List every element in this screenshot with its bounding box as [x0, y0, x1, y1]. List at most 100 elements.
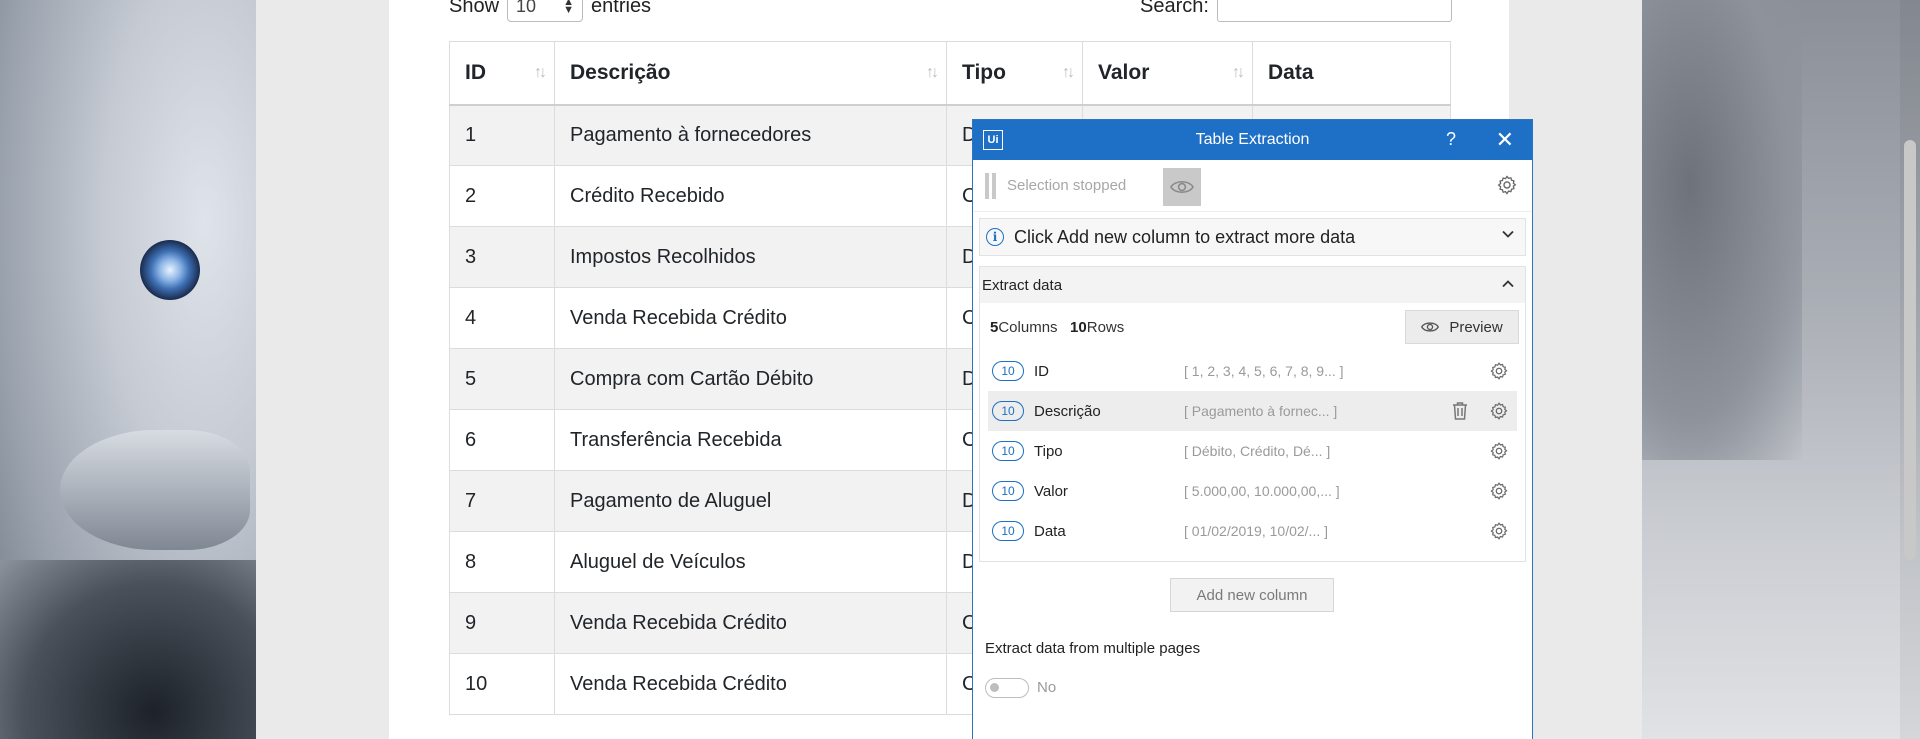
column-name: Data — [1034, 522, 1066, 540]
header-valor[interactable]: Valor ↑↓ — [1082, 41, 1253, 106]
header-data-label: Data — [1268, 60, 1314, 84]
multiple-pages-value: No — [1037, 679, 1057, 696]
gear-icon — [1490, 442, 1508, 460]
extracted-column-row[interactable]: 10 Descrição [ Pagamento à fornec... ] — [988, 391, 1517, 431]
close-button[interactable]: ✕ — [1496, 127, 1514, 153]
cell-descricao: Pagamento de Aluguel — [554, 470, 947, 532]
search-label: Search: — [1140, 0, 1209, 17]
rows-label: Rows — [1086, 318, 1125, 336]
column-name: ID — [1034, 362, 1049, 380]
cell-descricao: Venda Recebida Crédito — [554, 592, 947, 654]
column-sample: [ Débito, Crédito, Dé... ] — [1184, 443, 1331, 459]
delete-column-button[interactable] — [1451, 401, 1469, 426]
column-sample: [ 5.000,00, 10.000,00,... ] — [1184, 483, 1340, 499]
extract-data-section: Extract data 5 Columns 10 Rows Preview 1… — [979, 266, 1526, 562]
header-id[interactable]: ID ↑↓ — [449, 41, 555, 106]
highlight-toggle-button[interactable] — [1163, 168, 1201, 206]
selection-toolbar: Selection stopped — [973, 160, 1532, 212]
robot-shadow-image — [0, 560, 256, 739]
column-settings-button[interactable] — [1489, 521, 1509, 541]
robot-eye-image — [140, 240, 200, 300]
column-sample: [ 1, 2, 3, 4, 5, 6, 7, 8, 9... ] — [1184, 363, 1344, 379]
cell-id: 2 — [449, 165, 555, 227]
column-settings-button[interactable] — [1489, 361, 1509, 381]
page-scrollbar-thumb[interactable] — [1904, 140, 1916, 560]
header-data[interactable]: Data — [1252, 41, 1451, 106]
chevron-down-icon-shape — [1502, 230, 1514, 238]
info-icon: i — [986, 228, 1004, 246]
extracted-column-row[interactable]: 10 Tipo [ Débito, Crédito, Dé... ] — [988, 431, 1517, 471]
cell-descricao: Impostos Recolhidos — [554, 226, 947, 288]
extraction-summary: 5 Columns 10 Rows Preview — [980, 303, 1525, 351]
rows-count: 10 — [1070, 318, 1087, 336]
chevron-up-icon[interactable] — [1501, 277, 1515, 294]
robot-blur-image — [1642, 0, 1802, 460]
show-label: Show — [449, 0, 500, 17]
search-control: Search: — [1140, 0, 1452, 22]
add-new-column-button[interactable]: Add new column — [1170, 578, 1334, 612]
trash-icon — [1453, 402, 1467, 420]
column-settings-button[interactable] — [1489, 481, 1509, 501]
eye-icon — [1170, 180, 1194, 194]
search-input[interactable] — [1216, 0, 1452, 22]
row-count-badge: 10 — [992, 521, 1024, 541]
entries-label: entries — [591, 0, 652, 17]
table-header-row: ID ↑↓ Descrição ↑↓ Tipo ↑↓ Valor ↑↓ Data — [449, 41, 1451, 106]
row-count-badge: 10 — [992, 441, 1024, 461]
toggle-knob — [990, 683, 999, 692]
sort-icon: ↑↓ — [1062, 64, 1075, 81]
cell-descricao: Aluguel de Veículos — [554, 531, 947, 593]
cell-id: 3 — [449, 226, 555, 288]
multiple-pages-toggle[interactable] — [985, 678, 1029, 698]
header-valor-label: Valor — [1098, 60, 1150, 84]
gear-icon — [1490, 402, 1508, 420]
row-count-badge: 10 — [992, 401, 1024, 421]
column-settings-button[interactable] — [1489, 441, 1509, 461]
cell-descricao: Pagamento à fornecedores — [554, 104, 947, 166]
chevron-down-icon[interactable] — [1501, 227, 1515, 244]
extracted-column-row[interactable]: 10 Valor [ 5.000,00, 10.000,00,... ] — [988, 471, 1517, 511]
cell-id: 9 — [449, 592, 555, 654]
columns-count: 5 — [990, 318, 999, 336]
window-titlebar[interactable]: Ui Table Extraction ? ✕ — [973, 120, 1532, 160]
header-id-label: ID — [465, 60, 486, 84]
cell-id: 6 — [449, 409, 555, 471]
cell-descricao: Compra com Cartão Débito — [554, 348, 947, 410]
header-descricao[interactable]: Descrição ↑↓ — [554, 41, 947, 106]
chevron-up-icon-shape — [1502, 280, 1514, 288]
cell-id: 5 — [449, 348, 555, 410]
sort-icon: ↑↓ — [1232, 64, 1245, 81]
settings-button[interactable] — [1496, 174, 1518, 196]
sort-icon: ↑↓ — [926, 64, 939, 81]
gear-icon — [1490, 482, 1508, 500]
column-name: Descrição — [1034, 402, 1101, 420]
section-title: Extract data — [982, 276, 1063, 294]
entries-length-select[interactable]: 10 ▲ ▼ — [507, 0, 584, 22]
sort-icon: ↑↓ — [534, 64, 547, 81]
row-count-badge: 10 — [992, 481, 1024, 501]
selection-status: Selection stopped — [1007, 177, 1127, 194]
extracted-column-row[interactable]: 10 ID [ 1, 2, 3, 4, 5, 6, 7, 8, 9... ] — [988, 351, 1517, 391]
extracted-column-row[interactable]: 10 Data [ 01/02/2019, 10/02/... ] — [988, 511, 1517, 551]
cell-id: 1 — [449, 104, 555, 166]
column-settings-button[interactable] — [1489, 401, 1509, 421]
extract-data-header[interactable]: Extract data — [980, 267, 1525, 303]
gear-icon — [1490, 362, 1508, 380]
background-robot-left — [0, 0, 256, 739]
cell-descricao: Venda Recebida Crédito — [554, 287, 947, 349]
info-text: Click Add new column to extract more dat… — [1014, 226, 1356, 247]
pause-icon[interactable] — [985, 172, 997, 199]
preview-button[interactable]: Preview — [1405, 310, 1519, 344]
header-tipo[interactable]: Tipo ↑↓ — [946, 41, 1083, 106]
length-control: Show 10 ▲ ▼ entries — [449, 0, 651, 22]
gear-icon — [1497, 175, 1517, 195]
info-banner[interactable]: i Click Add new column to extract more d… — [979, 218, 1526, 256]
eye-icon — [1421, 322, 1440, 332]
header-descricao-label: Descrição — [570, 60, 671, 84]
help-button[interactable]: ? — [1446, 129, 1456, 150]
cell-id: 4 — [449, 287, 555, 349]
header-tipo-label: Tipo — [962, 60, 1006, 84]
column-name: Tipo — [1034, 442, 1063, 460]
gear-icon — [1490, 522, 1508, 540]
entries-length-value: 10 — [516, 0, 537, 16]
